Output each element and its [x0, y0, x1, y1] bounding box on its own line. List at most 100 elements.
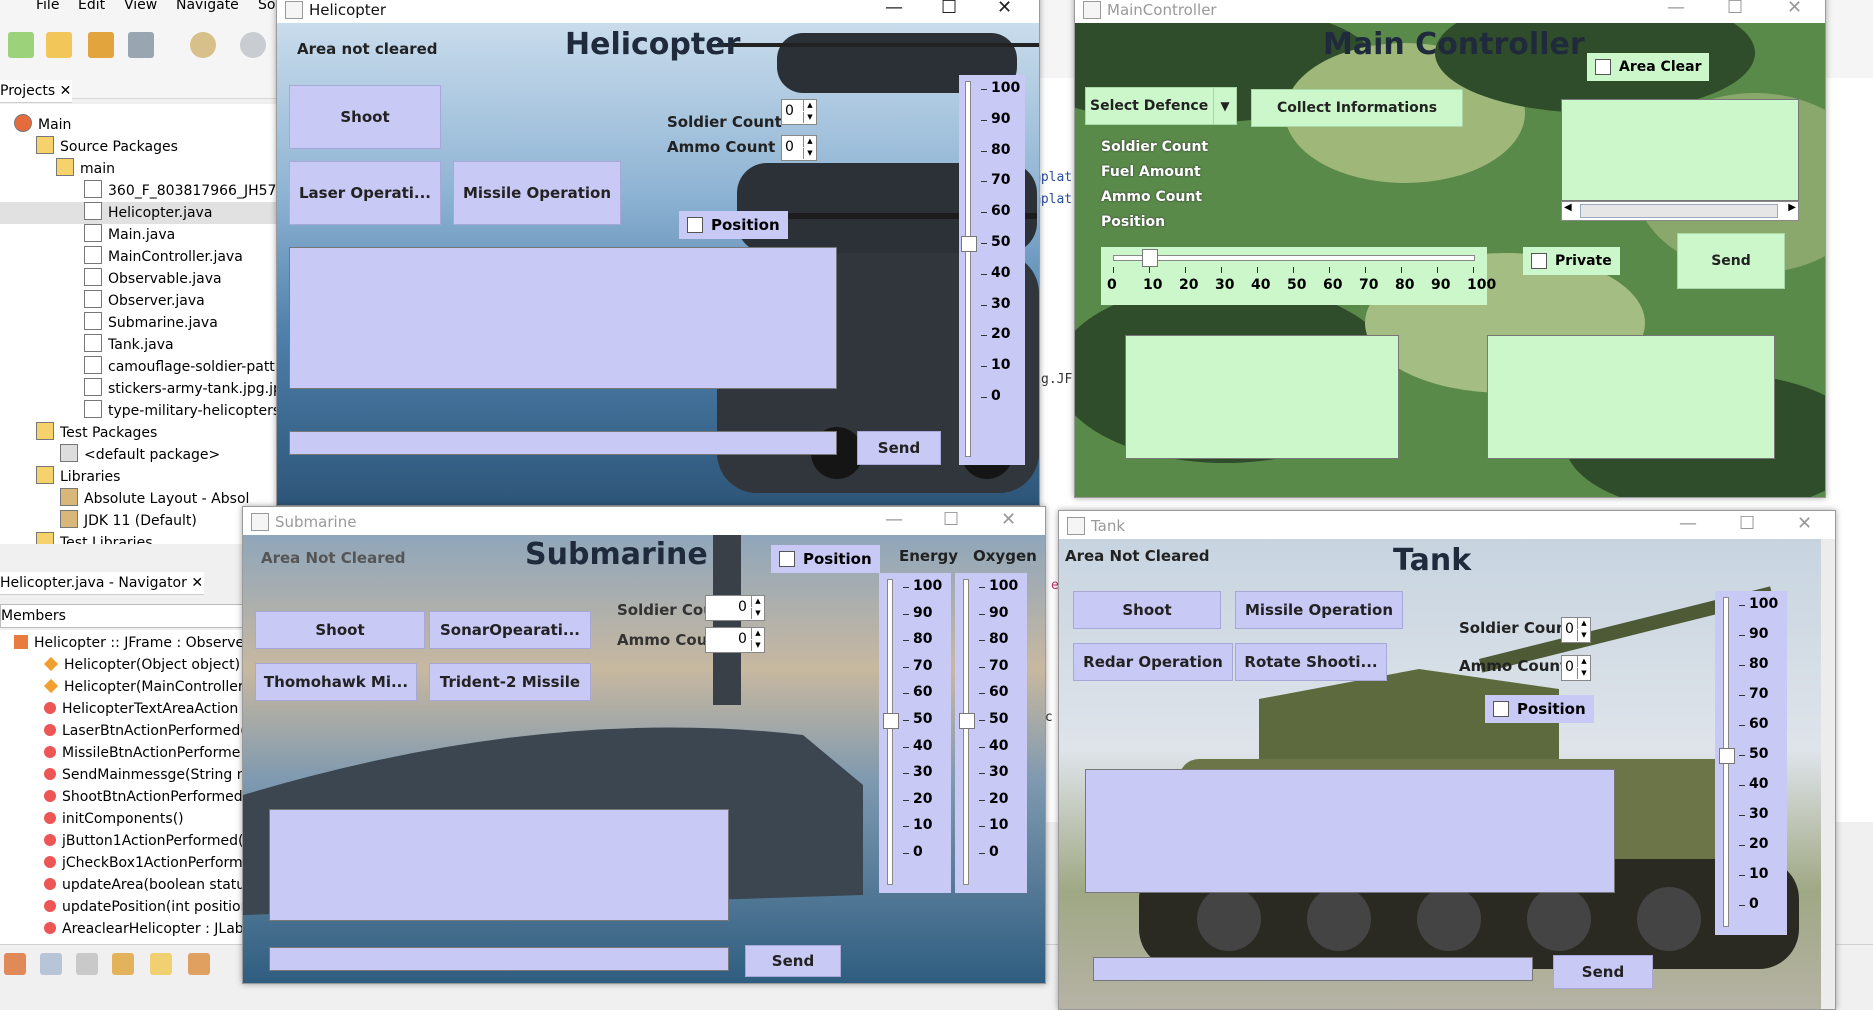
spinner-up-icon[interactable]: ▲: [803, 100, 816, 111]
menu-navigate[interactable]: Navigate: [176, 0, 239, 13]
tomahawk-missile-button[interactable]: Thomohawk Mi...: [255, 663, 417, 701]
spinner-up-icon[interactable]: ▲: [751, 628, 764, 639]
close-icon[interactable]: ✕: [1001, 509, 1016, 530]
services-icon[interactable]: [4, 953, 26, 975]
tab-projects[interactable]: Projects ✕: [0, 80, 72, 103]
slider-thumb[interactable]: [1142, 249, 1158, 267]
message-textarea[interactable]: [269, 809, 729, 921]
shoot-button[interactable]: Shoot: [1073, 591, 1221, 629]
window-titlebar[interactable]: Tank — ☐ ✕: [1059, 511, 1835, 539]
select-defence-dropdown[interactable]: Select Defence: [1085, 87, 1217, 125]
soldier-count-spinner[interactable]: 0 ▲ ▼: [705, 595, 765, 621]
tree-item[interactable]: Source Packages: [36, 136, 178, 158]
tree-item[interactable]: 360_F_803817966_JH577: [84, 180, 276, 202]
nav-member-item[interactable]: Helicopter(Object object): [43, 654, 240, 676]
new-file-icon[interactable]: [46, 32, 72, 58]
tree-item[interactable]: Main: [14, 114, 71, 136]
message-input[interactable]: [269, 947, 729, 971]
scroll-right-icon[interactable]: ▶: [1788, 202, 1796, 213]
dropdown-arrow-icon[interactable]: ▼: [1213, 87, 1237, 125]
briefcase-icon[interactable]: [112, 953, 134, 975]
nav-class-item[interactable]: Helicopter :: JFrame : Observer: [14, 632, 244, 654]
menu-file[interactable]: File: [36, 0, 59, 13]
tab-navigator[interactable]: Helicopter.java - Navigator ✕: [0, 572, 204, 595]
menu-edit[interactable]: Edit: [78, 0, 105, 13]
position-slider[interactable]: 100 90 80 70 60 50 40 30 20 10 0: [1715, 591, 1787, 935]
radar-operation-button[interactable]: Redar Operation: [1073, 643, 1233, 681]
nav-member-item[interactable]: LaserBtnActionPerformed(: [44, 720, 244, 742]
maximize-icon[interactable]: ☐: [943, 509, 959, 530]
tree-item[interactable]: Submarine.java: [84, 312, 218, 334]
private-checkbox[interactable]: Private: [1523, 247, 1620, 275]
tree-item[interactable]: main: [56, 158, 115, 180]
missile-operation-button[interactable]: Missile Operation: [1235, 591, 1403, 629]
energy-slider[interactable]: 100 90 80 70 60 50 40 30 20 10 0: [879, 573, 951, 893]
spinner-down-icon[interactable]: ▼: [1577, 668, 1590, 679]
ammo-count-spinner[interactable]: 0 ▲ ▼: [781, 135, 817, 161]
slider-thumb[interactable]: [961, 236, 977, 252]
menu-source[interactable]: So: [258, 0, 275, 13]
tree-item[interactable]: Tank.java: [84, 334, 174, 356]
build-icon[interactable]: [188, 953, 210, 975]
send-button[interactable]: Send: [745, 945, 841, 977]
tree-item[interactable]: Libraries: [36, 466, 120, 488]
message-input[interactable]: [1093, 957, 1533, 981]
redo-icon[interactable]: [240, 32, 266, 58]
send-button[interactable]: Send: [1677, 233, 1785, 289]
nav-member-item[interactable]: updateArea(boolean statu: [44, 874, 244, 896]
nav-member-item[interactable]: SendMainmessge(String m: [44, 764, 244, 786]
tree-item[interactable]: camouflage-soldier-patt: [84, 356, 275, 378]
spinner-down-icon[interactable]: ▼: [803, 112, 816, 123]
nav-member-item[interactable]: HelicopterTextAreaAction: [44, 698, 238, 720]
tree-item[interactable]: Observer.java: [84, 290, 205, 312]
scrollbar-thumb[interactable]: [1580, 204, 1778, 218]
spinner-down-icon[interactable]: ▼: [751, 608, 764, 619]
rotate-shooting-button[interactable]: Rotate Shooti...: [1235, 643, 1387, 681]
tree-item[interactable]: Main.java: [84, 224, 175, 246]
spinner-up-icon[interactable]: ▲: [751, 596, 764, 607]
save-all-icon[interactable]: [128, 32, 154, 58]
shoot-button[interactable]: Shoot: [289, 85, 441, 149]
position-checkbox[interactable]: Position: [1485, 695, 1594, 723]
spinner-up-icon[interactable]: ▲: [803, 136, 816, 147]
nav-member-item[interactable]: AreaclearHelicopter : JLab: [44, 918, 244, 940]
nav-member-item[interactable]: ShootBtnActionPerformed: [44, 786, 243, 808]
missile-operation-button[interactable]: Missile Operation: [453, 161, 621, 225]
tree-item[interactable]: MainController.java: [84, 246, 243, 268]
position-hslider[interactable]: 0 10 20 30 40 50 60 70 80 90 100: [1101, 247, 1496, 305]
folder-icon[interactable]: [150, 953, 172, 975]
open-project-icon[interactable]: [88, 32, 114, 58]
menu-view[interactable]: View: [124, 0, 157, 13]
tree-item[interactable]: Test Libraries: [36, 532, 152, 544]
maximize-icon[interactable]: ☐: [1739, 513, 1755, 534]
minimize-icon[interactable]: —: [1679, 513, 1697, 534]
message-textarea[interactable]: [289, 247, 837, 389]
tree-item[interactable]: Test Packages: [36, 422, 157, 444]
tree-item[interactable]: JDK 11 (Default): [60, 510, 197, 532]
position-checkbox[interactable]: Position: [771, 545, 880, 573]
nav-member-item[interactable]: Helicopter(MainController: [43, 676, 244, 698]
spinner-up-icon[interactable]: ▲: [1577, 618, 1590, 629]
nav-member-item[interactable]: initComponents(): [44, 808, 184, 830]
spinner-down-icon[interactable]: ▼: [751, 640, 764, 651]
minimize-icon[interactable]: —: [885, 509, 903, 530]
spinner-down-icon[interactable]: ▼: [1577, 630, 1590, 641]
tree-item[interactable]: <default package>: [60, 444, 220, 466]
tree-item[interactable]: Absolute Layout - Absol: [60, 488, 249, 510]
message-textarea-left[interactable]: [1125, 335, 1399, 459]
nav-member-item[interactable]: updatePosition(int position: [44, 896, 244, 918]
close-icon[interactable]: ✕: [60, 83, 72, 99]
slider-thumb[interactable]: [883, 713, 899, 729]
slider-thumb[interactable]: [1719, 748, 1735, 764]
trident-missile-button[interactable]: Trident-2 Missile: [429, 663, 591, 701]
nav-member-item[interactable]: jButton1ActionPerformed(: [44, 830, 243, 852]
message-input[interactable]: [289, 431, 837, 455]
ammo-count-spinner[interactable]: 0 ▲ ▼: [1561, 655, 1591, 681]
close-icon[interactable]: ✕: [997, 0, 1012, 18]
message-textarea-right[interactable]: [1487, 335, 1775, 459]
members-select[interactable]: Members: [0, 604, 246, 628]
soldier-count-spinner[interactable]: 0 ▲ ▼: [781, 99, 817, 125]
window-titlebar[interactable]: Submarine — ☐ ✕: [243, 507, 1045, 535]
soldier-count-spinner[interactable]: 0 ▲ ▼: [1561, 617, 1591, 643]
tree-item[interactable]: stickers-army-tank.jpg.jp: [84, 378, 276, 400]
